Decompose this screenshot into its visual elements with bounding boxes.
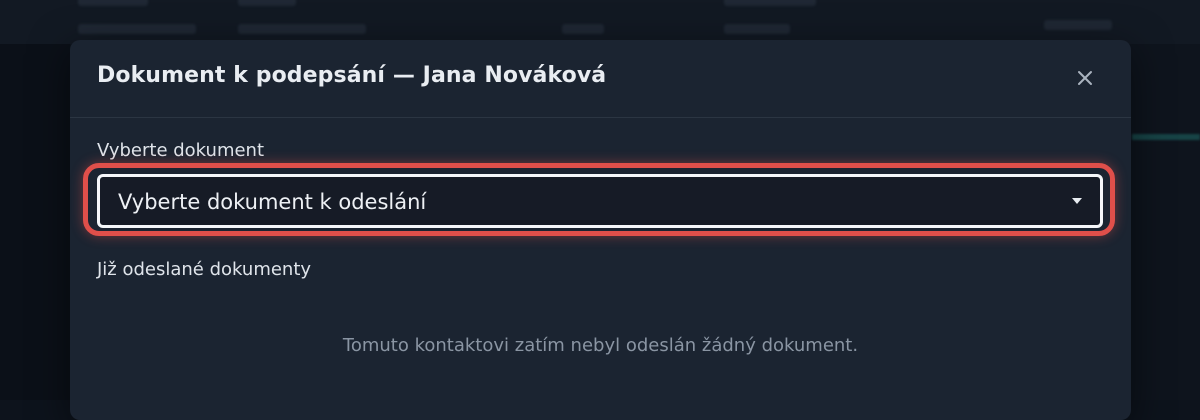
dialog-title: Dokument k podepsání — Jana Nováková bbox=[97, 63, 607, 88]
background-accent-line bbox=[1132, 134, 1200, 140]
background-blurred-cell bbox=[1044, 20, 1112, 30]
background-blurred-cell bbox=[78, 24, 196, 34]
sent-documents-empty-message: Tomuto kontaktovi zatím nebyl odeslán žá… bbox=[342, 335, 859, 356]
background-blurred-cell bbox=[724, 0, 816, 6]
close-icon bbox=[1078, 71, 1092, 85]
background-blurred-cell bbox=[238, 24, 366, 34]
document-select[interactable]: Vyberte dokument k odeslání bbox=[97, 174, 1103, 228]
background-table-row bbox=[0, 0, 1200, 44]
document-sign-dialog: Dokument k podepsání — Jana Nováková Vyb… bbox=[70, 40, 1131, 420]
dialog-header: Dokument k podepsání — Jana Nováková bbox=[70, 40, 1131, 118]
close-button[interactable] bbox=[1071, 64, 1099, 92]
background-blurred-cell bbox=[724, 24, 790, 34]
background-blurred-cell bbox=[238, 0, 296, 6]
background-blurred-cell bbox=[78, 0, 148, 6]
document-select-label: Vyberte dokument bbox=[97, 140, 265, 161]
caret-down-icon bbox=[1072, 198, 1082, 204]
background-blurred-cell bbox=[562, 24, 604, 34]
document-select-value: Vyberte dokument k odeslání bbox=[118, 190, 427, 214]
background-left-panel bbox=[0, 0, 70, 400]
sent-documents-heading: Již odeslané dokumenty bbox=[97, 259, 312, 280]
